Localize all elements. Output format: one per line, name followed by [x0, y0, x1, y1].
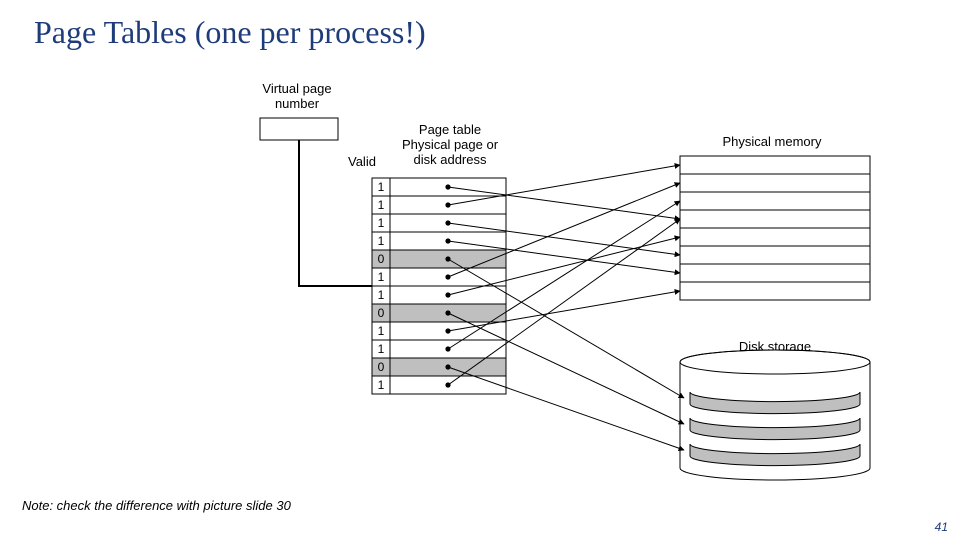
svg-text:0: 0	[378, 360, 385, 374]
page-table-diagram: 1 1 1 1 0 1 1 0 1 1 0 1	[0, 0, 960, 540]
svg-text:1: 1	[378, 180, 385, 194]
svg-text:1: 1	[378, 378, 385, 392]
svg-text:1: 1	[378, 216, 385, 230]
svg-text:0: 0	[378, 252, 385, 266]
svg-text:1: 1	[378, 234, 385, 248]
svg-text:1: 1	[378, 288, 385, 302]
svg-text:1: 1	[378, 342, 385, 356]
svg-text:1: 1	[378, 198, 385, 212]
svg-text:1: 1	[378, 324, 385, 338]
svg-text:0: 0	[378, 306, 385, 320]
svg-text:1: 1	[378, 270, 385, 284]
